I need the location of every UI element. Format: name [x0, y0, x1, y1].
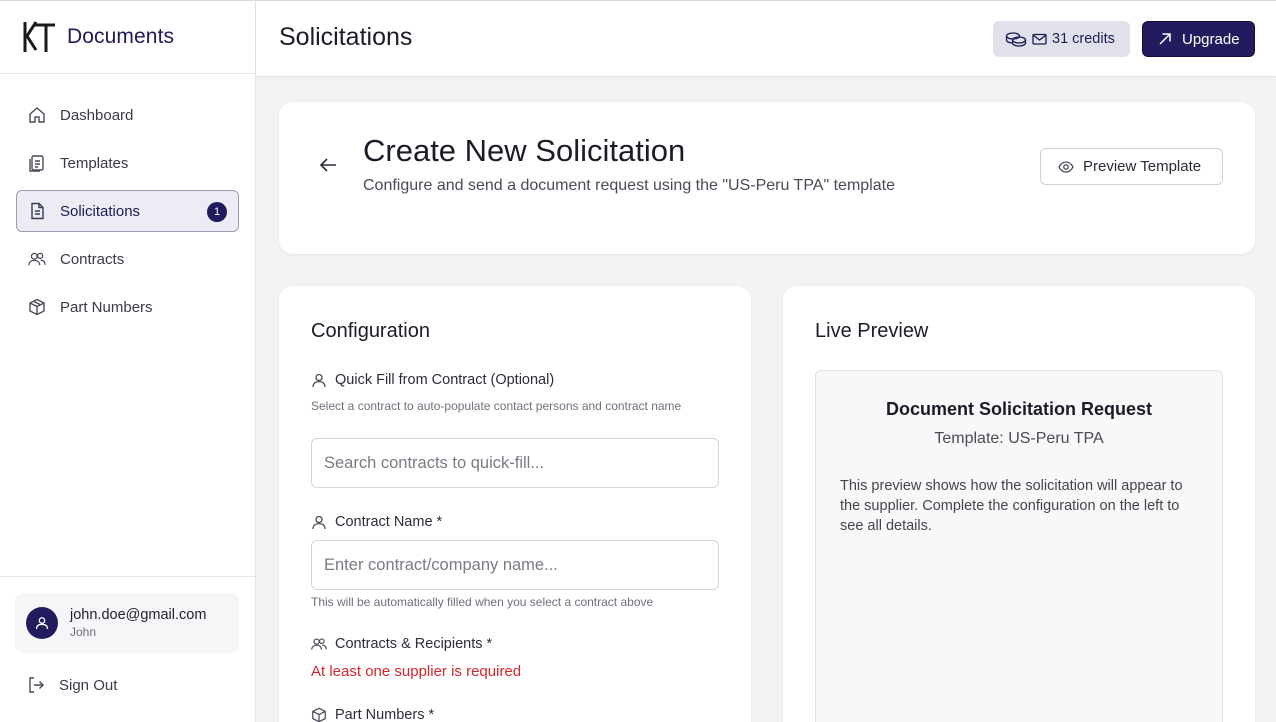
user-icon: [35, 617, 49, 630]
sidebar-item-contracts[interactable]: Contracts: [16, 238, 239, 280]
brand[interactable]: Documents: [0, 1, 255, 74]
box-icon: [28, 298, 46, 316]
back-button[interactable]: [319, 157, 337, 178]
user-email: john.doe@gmail.com: [70, 607, 207, 623]
configuration-card: Configuration Quick Fill from Contract (…: [279, 286, 751, 722]
live-preview-card: Live Preview Document Solicitation Reque…: [783, 286, 1255, 722]
sidebar-item-label: Part Numbers: [60, 298, 153, 316]
preview-document: Document Solicitation Request Template: …: [815, 370, 1223, 722]
sidebar-item-templates[interactable]: Templates: [16, 142, 239, 184]
sidebar-item-label: Templates: [60, 154, 129, 172]
upgrade-label: Upgrade: [1182, 30, 1240, 48]
create-solicitation-card: Create New Solicitation Configure and se…: [279, 102, 1255, 254]
mail-icon: [1032, 33, 1047, 45]
quick-fill-helper: Select a contract to auto-populate conta…: [311, 399, 682, 413]
credits-count: 31 credits: [1052, 31, 1115, 47]
user-name: John: [70, 625, 97, 639]
upgrade-button[interactable]: Upgrade: [1142, 21, 1255, 57]
top-header: Solicitations 31 credits Upgrade: [256, 1, 1276, 77]
contract-name-input[interactable]: [311, 540, 719, 590]
configuration-title: Configuration: [311, 320, 430, 342]
page-title: Solicitations: [279, 23, 413, 51]
quick-fill-label: Quick Fill from Contract (Optional): [311, 372, 554, 388]
preview-template-name: Template: US-Peru TPA: [934, 430, 1104, 447]
user-card[interactable]: john.doe@gmail.com John: [15, 593, 239, 653]
contract-search-input[interactable]: [311, 438, 719, 488]
sign-out-button[interactable]: Sign Out: [15, 665, 239, 705]
sign-out-icon: [27, 676, 45, 694]
users-icon: [311, 638, 327, 650]
credits-badge[interactable]: 31 credits: [993, 21, 1130, 57]
recipients-error: At least one supplier is required: [311, 663, 522, 680]
kt-logo-icon: [23, 21, 55, 52]
sidebar-item-label: Contracts: [60, 250, 125, 268]
contract-name-label: Contract Name *: [311, 514, 442, 530]
create-subtitle: Configure and send a document request us…: [363, 177, 895, 194]
brand-name: Documents: [67, 25, 175, 48]
notification-badge: 1: [207, 202, 227, 222]
recipients-label: Contracts & Recipients *: [311, 636, 492, 652]
preview-template-label: Preview Template: [1083, 158, 1202, 175]
sidebar-footer: john.doe@gmail.com John Sign Out: [0, 576, 255, 705]
templates-icon: [28, 154, 46, 172]
create-title: Create New Solicitation: [363, 133, 686, 168]
box-icon: [312, 707, 326, 722]
sidebar-item-part-numbers[interactable]: Part Numbers: [16, 286, 239, 328]
live-preview-title: Live Preview: [815, 320, 929, 342]
sidebar: Documents Dashboard Templates Solicitati…: [0, 1, 256, 722]
sign-out-label: Sign Out: [59, 676, 118, 694]
arrow-left-icon: [319, 158, 336, 172]
avatar: [26, 607, 58, 639]
home-icon: [28, 106, 46, 124]
document-icon: [28, 202, 46, 220]
arrow-up-right-icon: [1159, 33, 1171, 45]
user-icon: [312, 373, 326, 388]
sidebar-nav: Dashboard Templates Solicitations 1 Cont…: [0, 74, 255, 328]
contract-name-helper: This will be automatically filled when y…: [311, 595, 654, 609]
eye-icon: [1058, 160, 1074, 173]
sidebar-item-solicitations[interactable]: Solicitations 1: [16, 190, 239, 232]
part-numbers-label: Part Numbers *: [311, 707, 434, 722]
sidebar-item-label: Dashboard: [60, 106, 134, 124]
users-icon: [28, 250, 46, 268]
sidebar-item-dashboard[interactable]: Dashboard: [16, 94, 239, 136]
preview-description: This preview shows how the solicitation …: [840, 478, 1183, 534]
preview-doc-title: Document Solicitation Request: [885, 399, 1153, 419]
sidebar-item-label: Solicitations: [60, 202, 141, 220]
coins-icon: [1005, 32, 1027, 47]
user-icon: [312, 515, 326, 530]
preview-template-button[interactable]: Preview Template: [1040, 148, 1223, 185]
